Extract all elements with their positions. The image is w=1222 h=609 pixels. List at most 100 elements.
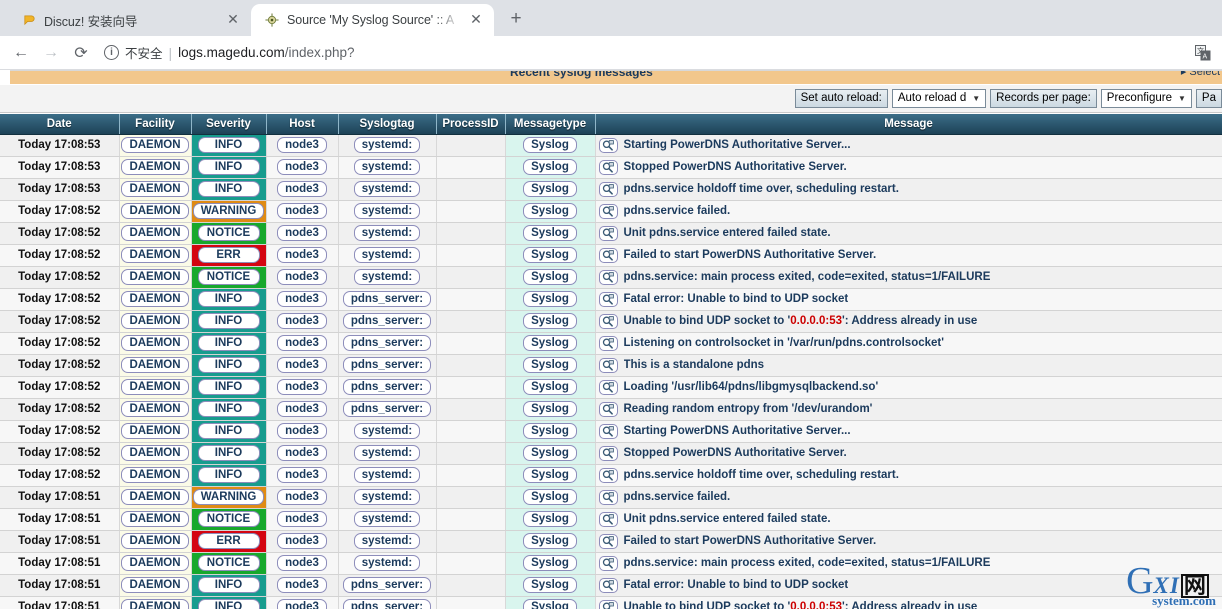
facility-badge[interactable]: DAEMON [121,335,189,351]
message-detail-icon[interactable] [598,533,618,549]
reload-button[interactable]: ⟳ [66,39,96,67]
facility-badge[interactable]: DAEMON [121,379,189,395]
info-icon[interactable]: i [104,45,119,60]
facility-badge[interactable]: DAEMON [121,181,189,197]
severity-badge[interactable]: NOTICE [197,511,260,527]
facility-badge[interactable]: DAEMON [121,555,189,571]
forward-button[interactable]: → [36,39,66,67]
host-badge[interactable]: node3 [277,357,327,373]
table-row[interactable]: Today 17:08:51 DAEMON ERR node3 systemd: Sysl… [0,530,1222,553]
host-badge[interactable]: node3 [277,203,327,219]
messagetype-badge[interactable]: Syslog [523,423,577,439]
syslogtag-badge[interactable]: systemd: [353,181,421,197]
syslogtag-badge[interactable]: pdns_server: [342,599,432,609]
host-badge[interactable]: node3 [277,137,327,153]
message-detail-icon[interactable] [598,511,618,527]
close-icon[interactable]: ✕ [468,12,484,28]
messagetype-badge[interactable]: Syslog [523,467,577,483]
host-badge[interactable]: node3 [277,313,327,329]
syslogtag-badge[interactable]: systemd: [353,423,421,439]
severity-badge[interactable]: INFO [197,291,260,307]
syslogtag-badge[interactable]: systemd: [353,445,421,461]
table-row[interactable]: Today 17:08:52 DAEMON INFO node3 pdns_server… [0,398,1222,421]
syslogtag-badge[interactable]: pdns_server: [342,291,432,307]
message-detail-icon[interactable] [598,577,618,593]
table-row[interactable]: Today 17:08:52 DAEMON INFO node3 pdns_server… [0,376,1222,399]
messagetype-badge[interactable]: Syslog [523,225,577,241]
new-tab-button[interactable]: + [502,5,530,33]
facility-badge[interactable]: DAEMON [121,467,189,483]
facility-badge[interactable]: DAEMON [121,599,189,609]
page-button[interactable]: Pa [1195,89,1222,108]
syslogtag-badge[interactable]: pdns_server: [342,335,432,351]
syslogtag-badge[interactable]: systemd: [353,269,421,285]
facility-badge[interactable]: DAEMON [121,203,189,219]
table-row[interactable]: Today 17:08:52 DAEMON NOTICE node3 systemd: S… [0,222,1222,245]
message-detail-icon[interactable] [598,159,618,175]
messagetype-badge[interactable]: Syslog [523,489,577,505]
host-badge[interactable]: node3 [277,489,327,505]
message-detail-icon[interactable] [598,181,618,197]
facility-badge[interactable]: DAEMON [121,159,189,175]
column-header-syslogtag[interactable]: Syslogtag [338,114,437,135]
syslogtag-badge[interactable]: systemd: [353,159,421,175]
facility-badge[interactable]: DAEMON [121,313,189,329]
messagetype-badge[interactable]: Syslog [523,555,577,571]
severity-badge[interactable]: INFO [197,313,260,329]
message-detail-icon[interactable] [598,247,618,263]
message-detail-icon[interactable] [598,137,618,153]
syslogtag-badge[interactable]: systemd: [353,137,421,153]
messagetype-badge[interactable]: Syslog [523,511,577,527]
syslogtag-badge[interactable]: systemd: [353,533,421,549]
syslogtag-badge[interactable]: pdns_server: [342,313,432,329]
severity-badge[interactable]: INFO [197,467,260,483]
facility-badge[interactable]: DAEMON [121,137,189,153]
message-detail-icon[interactable] [598,599,618,609]
messagetype-badge[interactable]: Syslog [523,357,577,373]
table-row[interactable]: Today 17:08:52 DAEMON INFO node3 pdns_server… [0,310,1222,333]
messagetype-badge[interactable]: Syslog [523,137,577,153]
facility-badge[interactable]: DAEMON [121,423,189,439]
preconfigured-select[interactable]: Preconfigure ▼ [1100,89,1192,108]
message-detail-icon[interactable] [598,225,618,241]
messagetype-badge[interactable]: Syslog [523,577,577,593]
column-header-message[interactable]: Message [595,114,1222,135]
messagetype-badge[interactable]: Syslog [523,181,577,197]
severity-badge[interactable]: INFO [197,423,260,439]
severity-badge[interactable]: INFO [197,181,260,197]
facility-badge[interactable]: DAEMON [121,247,189,263]
message-detail-icon[interactable] [598,313,618,329]
syslogtag-badge[interactable]: systemd: [353,203,421,219]
message-detail-icon[interactable] [598,423,618,439]
host-badge[interactable]: node3 [277,533,327,549]
messagetype-badge[interactable]: Syslog [523,203,577,219]
messagetype-badge[interactable]: Syslog [523,533,577,549]
facility-badge[interactable]: DAEMON [121,269,189,285]
table-row[interactable]: Today 17:08:51 DAEMON NOTICE node3 systemd: S… [0,508,1222,531]
table-row[interactable]: Today 17:08:51 DAEMON INFO node3 pdns_server… [0,574,1222,597]
facility-badge[interactable]: DAEMON [121,577,189,593]
severity-badge[interactable]: INFO [197,599,260,609]
host-badge[interactable]: node3 [277,467,327,483]
syslogtag-badge[interactable]: pdns_server: [342,379,432,395]
syslog-table-container[interactable]: Date Facility Severity Host Syslogtag Process… [0,114,1222,609]
table-row[interactable]: Today 17:08:51 DAEMON NOTICE node3 systemd: S… [0,552,1222,575]
table-row[interactable]: Today 17:08:53 DAEMON INFO node3 systemd: Sys… [0,134,1222,157]
severity-badge[interactable]: INFO [197,379,260,395]
syslogtag-badge[interactable]: systemd: [353,489,421,505]
column-header-host[interactable]: Host [266,114,339,135]
severity-badge[interactable]: WARNING [192,489,265,505]
message-detail-icon[interactable] [598,291,618,307]
column-header-facility[interactable]: Facility [119,114,192,135]
message-detail-icon[interactable] [598,555,618,571]
table-row[interactable]: Today 17:08:52 DAEMON ERR node3 systemd: Sysl… [0,244,1222,267]
browser-tab-2[interactable]: Source 'My Syslog Source' :: A ✕ [251,4,494,36]
host-badge[interactable]: node3 [277,577,327,593]
severity-badge[interactable]: INFO [197,577,260,593]
syslogtag-badge[interactable]: systemd: [353,467,421,483]
facility-badge[interactable]: DAEMON [121,445,189,461]
facility-badge[interactable]: DAEMON [121,225,189,241]
severity-badge[interactable]: NOTICE [197,269,260,285]
close-icon[interactable]: ✕ [225,12,241,28]
browser-tab-1[interactable]: Discuz! 安装向导 ✕ [8,4,251,36]
